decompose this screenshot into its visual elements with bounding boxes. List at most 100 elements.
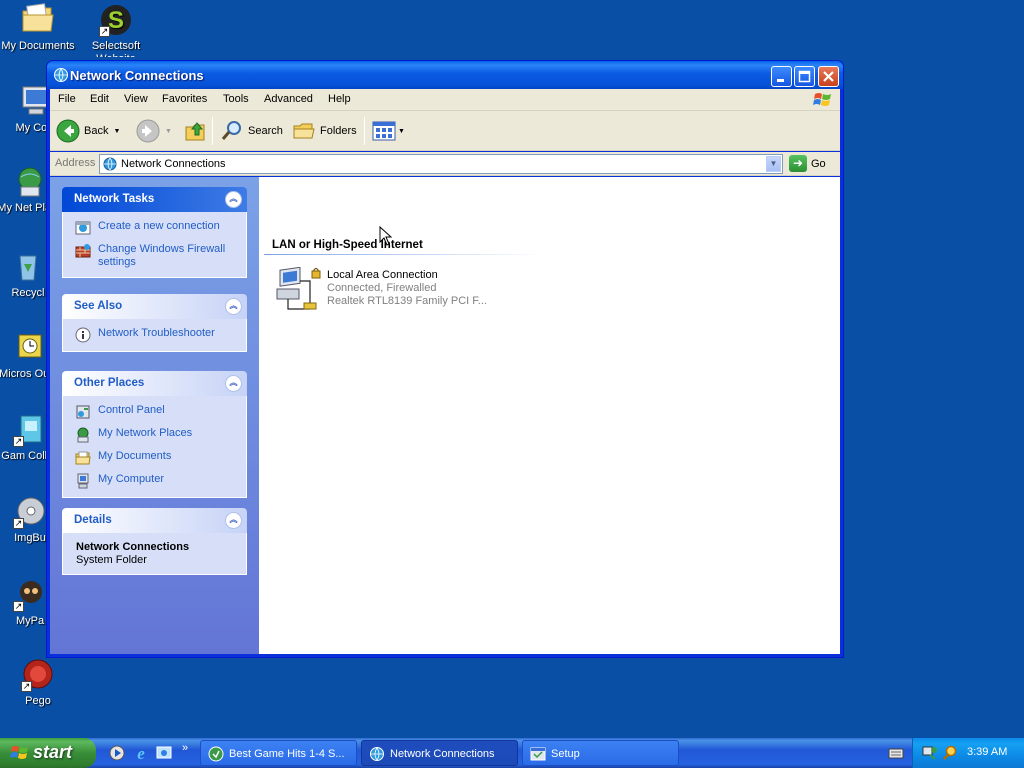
toolbar-separator (212, 117, 213, 145)
my-documents-link[interactable]: My Documents (75, 450, 246, 466)
main-content-pane: LAN or High-Speed Internet Local Area Co… (259, 177, 840, 654)
link-label: My Documents (98, 450, 172, 462)
desktop-icon-label: My Documents (1, 40, 75, 52)
folders-button[interactable]: Folders (292, 119, 357, 143)
taskbar-button-network-connections[interactable]: Network Connections (361, 740, 518, 766)
shortcut-arrow-icon: ↗ (13, 518, 24, 529)
search-icon (221, 121, 241, 140)
views-button[interactable]: ▼ (372, 119, 405, 143)
chevron-down-icon[interactable]: ▼ (398, 128, 405, 135)
forward-button[interactable]: ▼ (136, 119, 172, 143)
details-header[interactable]: Details ︽ (62, 508, 247, 533)
connection-status: Connected, Firewalled (327, 282, 437, 294)
desktop-icon-my-documents[interactable]: My Documents (0, 3, 78, 53)
network-tasks-header[interactable]: Network Tasks ︽ (62, 187, 247, 212)
details-section: Details ︽ Network Connections System Fol… (62, 508, 247, 575)
menu-view[interactable]: View (124, 93, 148, 105)
menu-edit[interactable]: Edit (90, 93, 109, 105)
mypa-icon: ↗ (13, 578, 47, 612)
svg-text:e: e (137, 744, 145, 762)
task-label: Network Connections (390, 748, 495, 760)
local-area-connection-item[interactable]: Local Area Connection Connected, Firewal… (274, 266, 514, 313)
chevron-down-icon[interactable]: ▼ (113, 128, 120, 135)
disc-icon: ↗ (13, 495, 47, 529)
folder-icon (21, 3, 55, 37)
taskbar-button-best-game-hits[interactable]: Best Game Hits 1-4 S... (200, 740, 357, 766)
collapse-chevron-icon[interactable]: ︽ (225, 375, 242, 392)
search-tray-icon[interactable] (942, 745, 958, 761)
network-tasks-title: Network Tasks (74, 193, 155, 205)
setup-globe-icon (208, 746, 224, 762)
clock[interactable]: 3:39 AM (967, 746, 1007, 758)
my-computer-link[interactable]: My Computer (75, 473, 246, 489)
control-panel-icon (75, 404, 91, 420)
network-connections-icon (369, 746, 385, 762)
address-dropdown-button[interactable]: ▼ (766, 156, 781, 172)
task-label: Setup (551, 748, 580, 760)
computer-icon (75, 473, 91, 489)
games-icon: ↗ (13, 413, 47, 447)
shortcut-arrow-icon: ↗ (21, 681, 32, 692)
quick-launch-more-icon[interactable]: » (182, 742, 188, 754)
see-also-header[interactable]: See Also ︽ (62, 294, 247, 319)
other-places-header[interactable]: Other Places ︽ (62, 371, 247, 396)
windows-logo-icon (812, 91, 834, 109)
window-content: Network Tasks ︽ Create a new connection (50, 177, 840, 654)
network-tray-icon[interactable] (922, 745, 938, 761)
window-title: Network Connections (70, 68, 204, 83)
network-troubleshooter-link[interactable]: Network Troubleshooter (75, 327, 246, 343)
search-button[interactable]: Search (220, 119, 283, 143)
info-icon (75, 327, 91, 343)
back-button[interactable]: Back ▼ (56, 119, 120, 143)
create-new-connection-link[interactable]: Create a new connection (75, 220, 246, 236)
close-button[interactable] (818, 66, 839, 87)
address-input[interactable]: Network Connections ▼ (99, 154, 783, 174)
show-desktop-icon[interactable] (155, 744, 173, 762)
my-network-places-link[interactable]: My Network Places (75, 427, 246, 443)
link-label: Network Troubleshooter (98, 327, 215, 339)
menu-advanced[interactable]: Advanced (264, 93, 313, 105)
task-pane: Network Tasks ︽ Create a new connection (50, 177, 259, 654)
other-places-title: Other Places (74, 377, 145, 389)
folders-icon (293, 123, 315, 139)
other-places-section: Other Places ︽ Control Panel My Network … (62, 371, 247, 498)
go-label: Go (811, 157, 826, 170)
collapse-chevron-icon[interactable]: ︽ (225, 191, 242, 208)
details-title: Details (74, 514, 112, 526)
up-folder-button[interactable] (184, 119, 208, 143)
back-label: Back (84, 125, 109, 137)
go-button[interactable]: ➜ Go (789, 155, 826, 172)
address-label: Address (55, 157, 96, 169)
control-panel-link[interactable]: Control Panel (75, 404, 246, 420)
chevron-down-icon[interactable]: ▼ (165, 128, 172, 135)
taskbar-button-setup[interactable]: Setup (522, 740, 679, 766)
change-firewall-settings-link[interactable]: Change Windows Firewall settings (75, 243, 246, 269)
collapse-chevron-icon[interactable]: ︽ (225, 512, 242, 529)
start-button[interactable]: start (0, 738, 96, 768)
menu-help[interactable]: Help (328, 93, 351, 105)
address-bar: Address Network Connections ▼ ➜ Go (50, 152, 840, 176)
connection-name: Local Area Connection (327, 269, 438, 281)
address-value: Network Connections (121, 158, 226, 170)
title-bar[interactable]: Network Connections (47, 61, 843, 89)
desktop-icon-selectsoft[interactable]: S ↗ Selectsoft Website (76, 3, 156, 57)
link-label: My Computer (98, 473, 165, 485)
keyboard-icon[interactable] (888, 746, 904, 760)
minimize-button[interactable] (771, 66, 792, 87)
maximize-button[interactable] (794, 66, 815, 87)
lan-connection-icon (274, 266, 324, 313)
folder-icon (75, 450, 91, 466)
details-body: Network Connections System Folder (62, 533, 247, 575)
internet-explorer-icon[interactable]: e (132, 744, 150, 763)
link-label: My Network Places (98, 427, 193, 439)
menu-tools[interactable]: Tools (223, 93, 249, 105)
up-folder-icon (185, 122, 205, 141)
collapse-chevron-icon[interactable]: ︽ (225, 298, 242, 315)
menu-file[interactable]: File (58, 93, 76, 105)
group-divider (264, 254, 544, 255)
menu-favorites[interactable]: Favorites (162, 93, 207, 105)
desktop-icon-pego[interactable]: ↗ Pego (0, 658, 78, 708)
media-player-icon[interactable] (108, 744, 126, 762)
standard-toolbar: Back ▼ ▼ Search Folders ▼ (50, 111, 840, 151)
toolbar-separator (364, 117, 365, 145)
